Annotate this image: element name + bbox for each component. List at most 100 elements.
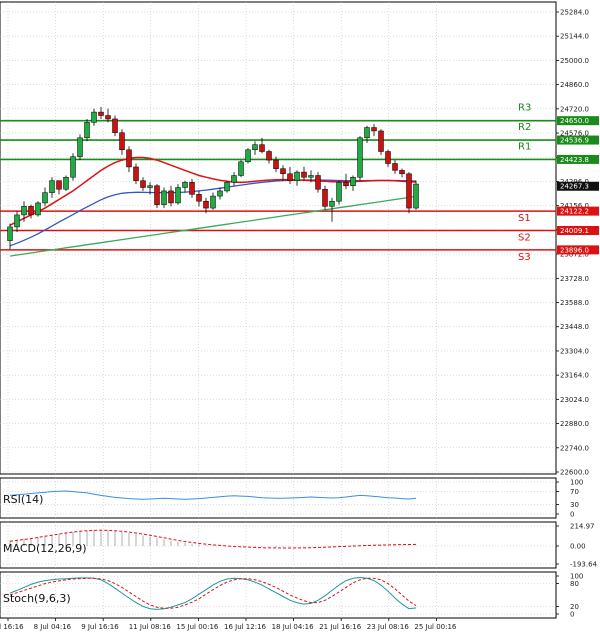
candle-body [70,156,76,178]
current-price-box: 24267.3 [557,181,599,191]
candle-body [259,144,265,152]
candle-body [182,182,188,188]
indicator-tick-label: -193.64 [570,561,598,569]
candle-body [224,182,230,192]
candle-body [98,111,104,116]
indicator-tick-label: 0 [570,611,574,619]
indicator-tick-label: 70 [570,488,579,496]
candle-body [252,144,258,151]
candle-body [329,200,335,207]
candle-body [161,190,167,205]
candle-body [364,127,370,139]
x-tick-label: 16 Jul 12:16 [224,623,267,631]
candle-body [266,151,272,161]
candle-body [154,185,160,205]
level-label-s3: S3 [518,252,531,263]
x-tick-label: 9 Jul 16:16 [81,623,119,631]
chart: R3 R2 R1 S1 S2 S3 25284.0 25144.0 25000.0 24860.… [0,1,599,631]
candle-body [168,190,174,204]
candle-body [238,161,244,176]
candle-body [308,175,314,178]
candle-body [175,187,181,204]
x-tick-label: 18 Jul 04:16 [272,623,315,631]
candle-body [273,159,279,169]
candle-body [350,176,356,187]
candle-body [399,170,405,175]
candle-body [35,202,41,216]
candle-body [56,180,62,190]
main-pane: R3 R2 R1 S1 S2 S3 25284.0 25144.0 25000.0 24860.… [0,1,599,477]
candle-body [42,192,48,204]
x-axis: 4 Jul 16:16 8 Jul 04:16 9 Jul 16:16 11 Jul … [0,618,457,631]
x-tick-label: 4 Jul 16:16 [0,623,24,631]
main-y-tick-label: 24860.0 [560,81,589,89]
indicator-tick-label: 0.00 [570,542,586,550]
candle-body [406,173,412,209]
candle-body [147,185,153,188]
candle-body [112,118,118,133]
macd-title: MACD(12,26,9) [3,542,87,555]
indicator-tick-label: 30 [570,501,579,509]
main-y-tick-label: 22740.0 [560,444,589,452]
stoch-title: Stoch(9,6,3) [3,592,71,605]
level-box-text-s3: 23896.0 [560,246,589,254]
level-box-text-r3: 24650.0 [560,117,589,125]
indicator-tick-label: 100 [570,479,583,487]
level-label-r2: R2 [518,122,531,133]
candle-body [105,115,111,120]
candle-body [378,130,384,152]
candle-body [217,190,223,197]
main-y-tick-label: 23588.0 [560,299,589,307]
candle-body [231,175,237,183]
main-plot-area [0,1,557,475]
macd-y-axis: 214.97 0.00 -193.64 [556,523,598,569]
candle-body [119,132,125,151]
main-y-tick-label: 25284.0 [560,9,589,17]
level-box-text-r1: 24423.8 [560,156,589,164]
level-box-text-s1: 24122.2 [560,208,589,216]
candle-body [14,214,20,228]
main-y-tick-label: 25000.0 [560,57,589,65]
current-price-label: 24267.3 [560,183,589,191]
main-y-tick-label: 25144.0 [560,33,589,41]
rsi-y-axis: 10070 30 0 [556,479,583,519]
main-y-tick-label: 23024.0 [560,396,589,404]
main-y-tick-label: 23728.0 [560,275,589,283]
candle-body [357,137,363,178]
candle-body [287,173,293,181]
indicator-tick-label: 214.97 [570,523,595,531]
main-y-tick-label: 23448.0 [560,323,589,331]
candle-body [7,226,13,241]
level-box-text-s2: 24009.1 [560,227,589,235]
stoch-y-axis: 10080200 [556,573,583,619]
rsi-title: RSI(14) [3,493,43,506]
candle-body [336,182,342,202]
candle-body [140,180,146,188]
candle-body [322,188,328,207]
candle-body [294,171,300,181]
candle-body [210,195,216,209]
candle-body [49,180,55,193]
candle-body [126,149,132,168]
level-label-r3: R3 [518,103,531,114]
main-y-axis: 25284.025144.025000.024860.024720.024576… [556,9,589,477]
candle-body [385,151,391,164]
candle-body [189,182,195,195]
main-y-tick-label: 24720.0 [560,105,589,113]
indicator-tick-label: 80 [570,580,579,588]
candle-body [301,171,307,178]
candle-body [28,206,34,216]
x-tick-label: 11 Jul 08:16 [129,623,172,631]
candle-body [203,200,209,209]
candle-body [280,168,286,175]
x-tick-label: 25 Jul 00:16 [414,623,457,631]
candle-body [245,149,251,163]
indicator-tick-label: 0 [570,511,574,519]
candle-body [84,122,90,139]
stoch-pane: Stoch(9,6,3) 10080200 [0,571,583,619]
candle-body [63,176,69,190]
main-y-tick-label: 22880.0 [560,420,589,428]
candle-body [21,206,27,216]
candle-body [91,111,97,123]
level-box-text-r2: 24536.9 [560,137,589,145]
